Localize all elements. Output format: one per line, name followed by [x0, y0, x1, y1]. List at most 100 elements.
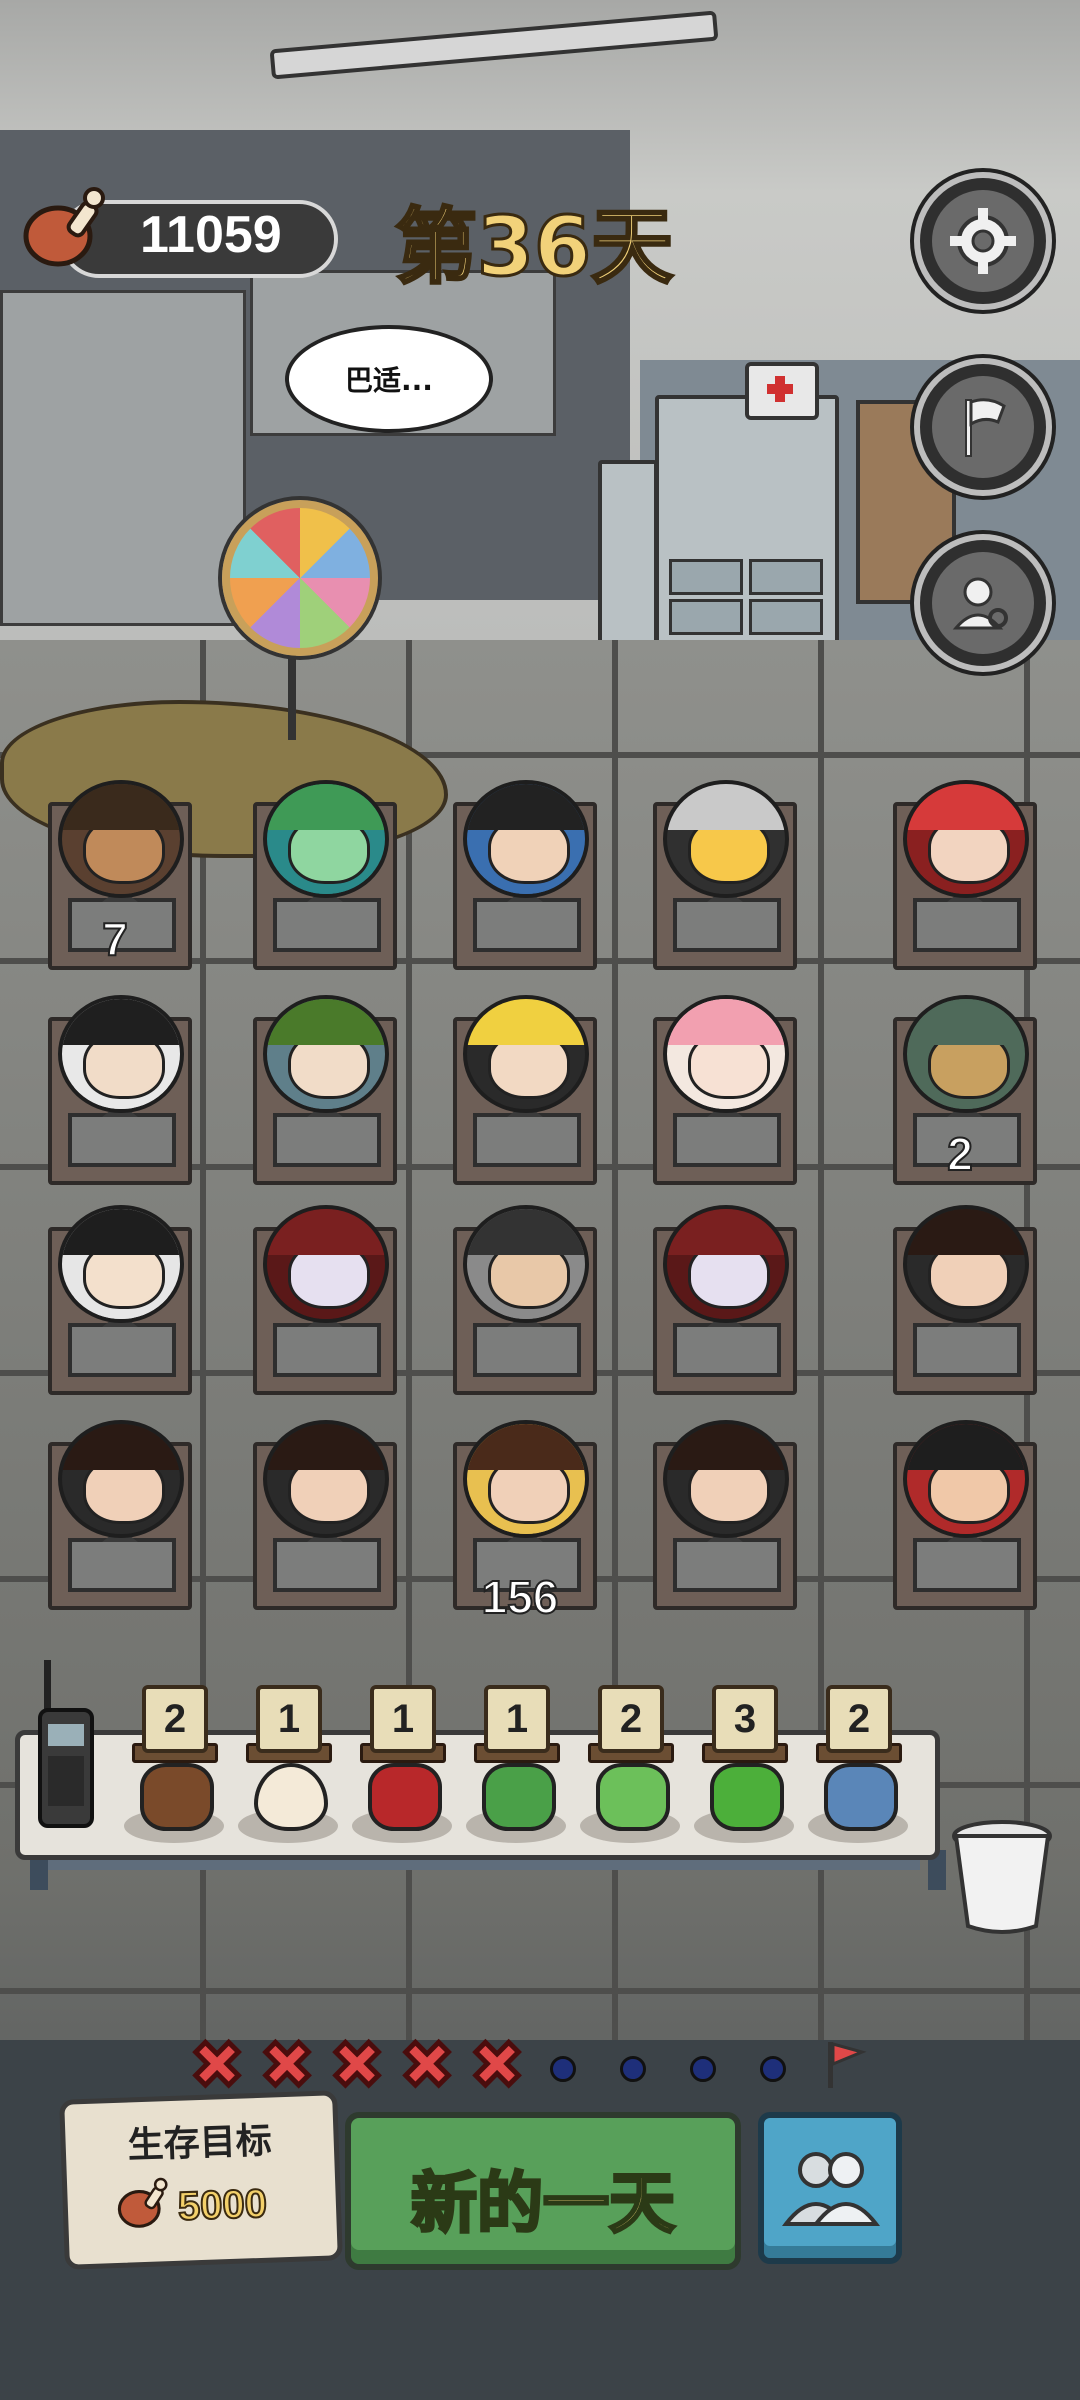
- failed-day-mark: ✖: [259, 2029, 316, 2101]
- character-count: 156: [481, 1570, 560, 1624]
- lucky-wheel[interactable]: [222, 500, 378, 656]
- desk-chair: [673, 898, 781, 952]
- character-avatar[interactable]: [58, 995, 184, 1113]
- inventory-item[interactable]: 1: [346, 1685, 456, 1845]
- character-slot[interactable]: 156: [445, 1420, 597, 1624]
- item-count-badge: 3: [712, 1685, 778, 1753]
- character-slot[interactable]: [445, 780, 597, 970]
- failed-day-mark: ✖: [189, 2029, 246, 2101]
- character-slot[interactable]: [645, 1420, 797, 1610]
- currency-value: 11059: [140, 206, 282, 264]
- narrow-locker: [598, 460, 658, 648]
- character-slot[interactable]: [245, 1420, 397, 1610]
- first-aid-kit: [745, 362, 819, 420]
- character-slot[interactable]: [40, 995, 192, 1185]
- left-shelf: [0, 290, 246, 626]
- speech-bubble: 巴适...: [285, 325, 493, 433]
- character-avatar[interactable]: [263, 995, 389, 1113]
- inventory-item[interactable]: 2: [118, 1685, 228, 1845]
- character-slot[interactable]: [245, 780, 397, 970]
- character-slot[interactable]: [245, 1205, 397, 1395]
- new-day-button[interactable]: 新的一天: [345, 2112, 741, 2270]
- character-slot[interactable]: [885, 780, 1037, 970]
- desk-chair: [68, 1113, 176, 1167]
- inventory-item[interactable]: 2: [802, 1685, 912, 1845]
- desk-chair: [913, 1538, 1021, 1592]
- item-count-badge: 1: [256, 1685, 322, 1753]
- character-avatar[interactable]: [903, 1205, 1029, 1323]
- raw-meat-icon: [368, 1763, 442, 1831]
- person-search-icon: [952, 577, 1008, 630]
- character-slot[interactable]: [645, 1205, 797, 1395]
- settings-button[interactable]: [914, 172, 1052, 310]
- character-slot[interactable]: [245, 995, 397, 1185]
- watermelon-icon: [482, 1763, 556, 1831]
- character-avatar[interactable]: [58, 1205, 184, 1323]
- flag-icon: [965, 398, 1006, 457]
- character-avatar[interactable]: [663, 995, 789, 1113]
- meat-drumstick-icon: [117, 2177, 168, 2228]
- inventory-item[interactable]: 1: [232, 1685, 342, 1845]
- character-slot[interactable]: 2: [885, 995, 1037, 1185]
- pending-day-dot: [620, 2056, 646, 2082]
- wheel-stand: [288, 650, 296, 740]
- failed-day-mark: ✖: [469, 2029, 526, 2101]
- character-avatar[interactable]: [263, 1205, 389, 1323]
- pending-day-dot: [550, 2056, 576, 2082]
- herb-leaves-icon: [710, 1763, 784, 1831]
- character-avatar[interactable]: [663, 780, 789, 898]
- character-slot[interactable]: [40, 1420, 192, 1610]
- desk-chair: [273, 898, 381, 952]
- desk-chair: [273, 1323, 381, 1377]
- medical-cabinet: [655, 395, 839, 653]
- character-avatar[interactable]: [263, 1420, 389, 1538]
- walkie-talkie-icon[interactable]: [38, 1660, 94, 1830]
- character-slot[interactable]: [445, 1205, 597, 1395]
- failed-day-mark: ✖: [399, 2029, 456, 2101]
- item-count-badge: 2: [826, 1685, 892, 1753]
- inventory-item[interactable]: 3: [688, 1685, 798, 1845]
- inventory-item[interactable]: 1: [460, 1685, 570, 1845]
- desk-chair: [273, 1113, 381, 1167]
- character-avatar[interactable]: [903, 1420, 1029, 1538]
- desk-chair: [913, 1323, 1021, 1377]
- flag-button[interactable]: [914, 358, 1052, 496]
- desk-chair: [673, 1538, 781, 1592]
- day-counter: 第36天: [393, 199, 674, 297]
- character-slot[interactable]: [885, 1205, 1037, 1395]
- desk-chair: [673, 1323, 781, 1377]
- team-button[interactable]: [758, 2112, 902, 2264]
- character-avatar[interactable]: [903, 780, 1029, 898]
- character-slot[interactable]: [40, 1205, 192, 1395]
- inventory-bar: 2111232: [118, 1685, 918, 1845]
- character-avatar[interactable]: [903, 995, 1029, 1113]
- meat-drumstick-icon: [23, 187, 105, 267]
- character-avatar[interactable]: [58, 780, 184, 898]
- character-avatar[interactable]: [663, 1420, 789, 1538]
- goal-value: 5000: [176, 2181, 268, 2230]
- character-avatar[interactable]: [463, 780, 589, 898]
- desk-chair: [273, 1538, 381, 1592]
- character-slot[interactable]: [645, 780, 797, 970]
- character-search-button[interactable]: [914, 534, 1052, 672]
- character-avatar[interactable]: [463, 995, 589, 1113]
- pending-day-dot: [760, 2056, 786, 2082]
- frog-icon: [596, 1763, 670, 1831]
- character-avatar[interactable]: [263, 780, 389, 898]
- character-slot[interactable]: [645, 995, 797, 1185]
- group-icon: [781, 2152, 880, 2226]
- inventory-item[interactable]: 2: [574, 1685, 684, 1845]
- new-day-label: 新的一天: [410, 2164, 677, 2244]
- character-avatar[interactable]: [463, 1205, 589, 1323]
- desk-chair: [473, 1323, 581, 1377]
- character-avatar[interactable]: [463, 1420, 589, 1538]
- character-slot[interactable]: [885, 1420, 1037, 1610]
- desk-chair: [68, 1323, 176, 1377]
- character-slot[interactable]: [445, 995, 597, 1185]
- character-avatar[interactable]: [58, 1420, 184, 1538]
- character-slot[interactable]: 7: [40, 780, 192, 970]
- pending-day-dot: [690, 2056, 716, 2082]
- egg-icon: [254, 1763, 328, 1831]
- character-avatar[interactable]: [663, 1205, 789, 1323]
- survival-goal-card[interactable]: 生存目标 5000: [59, 2090, 343, 2270]
